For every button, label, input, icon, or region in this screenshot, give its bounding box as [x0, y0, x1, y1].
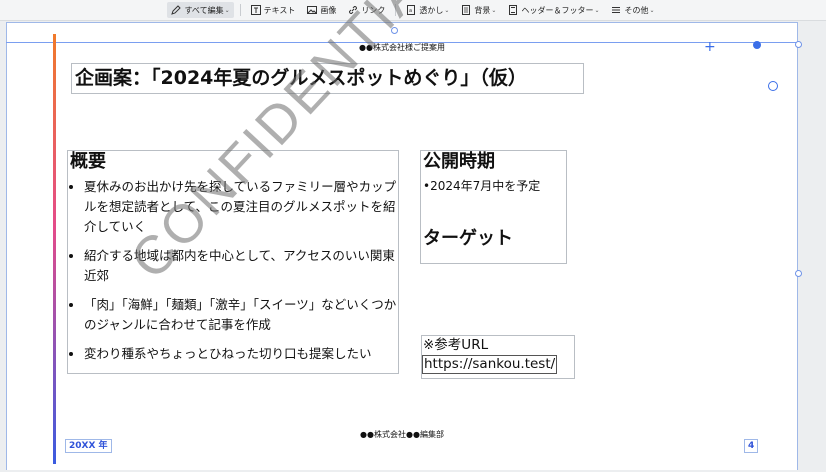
document-page: + ●●株式会社様ご提案用 企画案：「2024年夏のグルメスポットめぐり」（仮）…	[6, 0, 802, 470]
chevron-down-icon: ⌄	[491, 6, 497, 14]
background-button[interactable]: 背景 ⌄	[457, 2, 500, 18]
watermark-icon: a	[406, 5, 416, 15]
edit-toolbar: すべて編集 ⌄ テキスト 画像 リンク a 透かし ⌄ 背景 ⌄ ヘッダー＆フッター ⌄…	[0, 0, 826, 21]
header-footer-icon	[508, 5, 518, 15]
list-item: 「肉」「海鮮」「麺類」「激辛」「スイーツ」などいくつかのジャンルに合わせて記事を…	[84, 295, 398, 335]
image-label: 画像	[320, 5, 337, 15]
header-footer-label: ヘッダー＆フッター	[521, 5, 594, 15]
list-item: 変わり種系やちょっとひねった切り口も提案したい	[84, 344, 398, 364]
chevron-down-icon: ⌄	[224, 6, 230, 14]
overview-list: 夏休みのお出かけ先を探しているファミリー層やカップルを想定読者として、この夏注目…	[68, 177, 398, 364]
image-button[interactable]: 画像	[303, 2, 340, 18]
chevron-down-icon: ⌄	[444, 6, 450, 14]
toolbar-divider	[395, 4, 397, 16]
edit-all-label: すべて編集	[184, 5, 224, 15]
more-icon	[611, 5, 621, 15]
target-heading: ターゲット	[423, 228, 513, 249]
text-icon	[250, 5, 261, 15]
watermark-label: 透かし	[419, 5, 444, 15]
edit-all-button[interactable]: すべて編集 ⌄	[167, 2, 234, 18]
footer-year[interactable]: 20XX 年	[65, 439, 112, 453]
background-icon	[461, 5, 471, 15]
selection-handle[interactable]	[391, 27, 398, 34]
period-box[interactable]: 公開時期 •2024年7月中を予定 ターゲット	[420, 150, 567, 264]
reference-box[interactable]: ※参考URL https://sankou.test/	[421, 335, 575, 379]
selection-handle[interactable]	[795, 270, 802, 277]
list-item: 紹介する地域は都内を中心として、アクセスのいい関東近郊	[84, 246, 398, 286]
text-button[interactable]: テキスト	[247, 2, 300, 18]
reference-url-link[interactable]: https://sankou.test/	[422, 355, 558, 374]
page-footer[interactable]: ●●株式会社●●編集部	[6, 429, 798, 440]
header-footer-button[interactable]: ヘッダー＆フッター ⌄	[504, 2, 603, 18]
image-icon	[307, 5, 318, 15]
list-item: 夏休みのお出かけ先を探しているファミリー層やカップルを想定読者として、この夏注目…	[84, 177, 398, 237]
svg-text:a: a	[409, 8, 412, 14]
accent-bar	[53, 34, 56, 464]
link-icon	[348, 5, 358, 15]
period-heading: 公開時期	[423, 151, 495, 172]
toolbar-divider	[239, 4, 241, 16]
more-label: その他	[624, 5, 649, 15]
overview-box[interactable]: 概要 夏休みのお出かけ先を探しているファミリー層やカップルを想定読者として、この…	[67, 150, 399, 374]
period-bullet: •2024年7月中を予定	[423, 179, 541, 193]
chevron-down-icon: ⌄	[594, 6, 600, 14]
more-button[interactable]: その他 ⌄	[607, 2, 658, 18]
link-button[interactable]: リンク	[344, 2, 389, 18]
text-label: テキスト	[263, 5, 296, 15]
page-number[interactable]: 4	[744, 439, 759, 453]
page-header[interactable]: ●●株式会社様ご提案用	[6, 42, 798, 53]
link-label: リンク	[361, 5, 386, 15]
rotate-handle-icon[interactable]	[768, 81, 778, 91]
background-label: 背景	[474, 5, 491, 15]
pencil-icon	[171, 5, 182, 15]
chevron-down-icon: ⌄	[649, 6, 655, 14]
overview-heading: 概要	[70, 151, 106, 172]
watermark-button[interactable]: a 透かし ⌄	[402, 2, 453, 18]
reference-label: ※参考URL	[423, 337, 489, 353]
page-title[interactable]: 企画案：「2024年夏のグルメスポットめぐり」（仮）	[71, 63, 584, 94]
